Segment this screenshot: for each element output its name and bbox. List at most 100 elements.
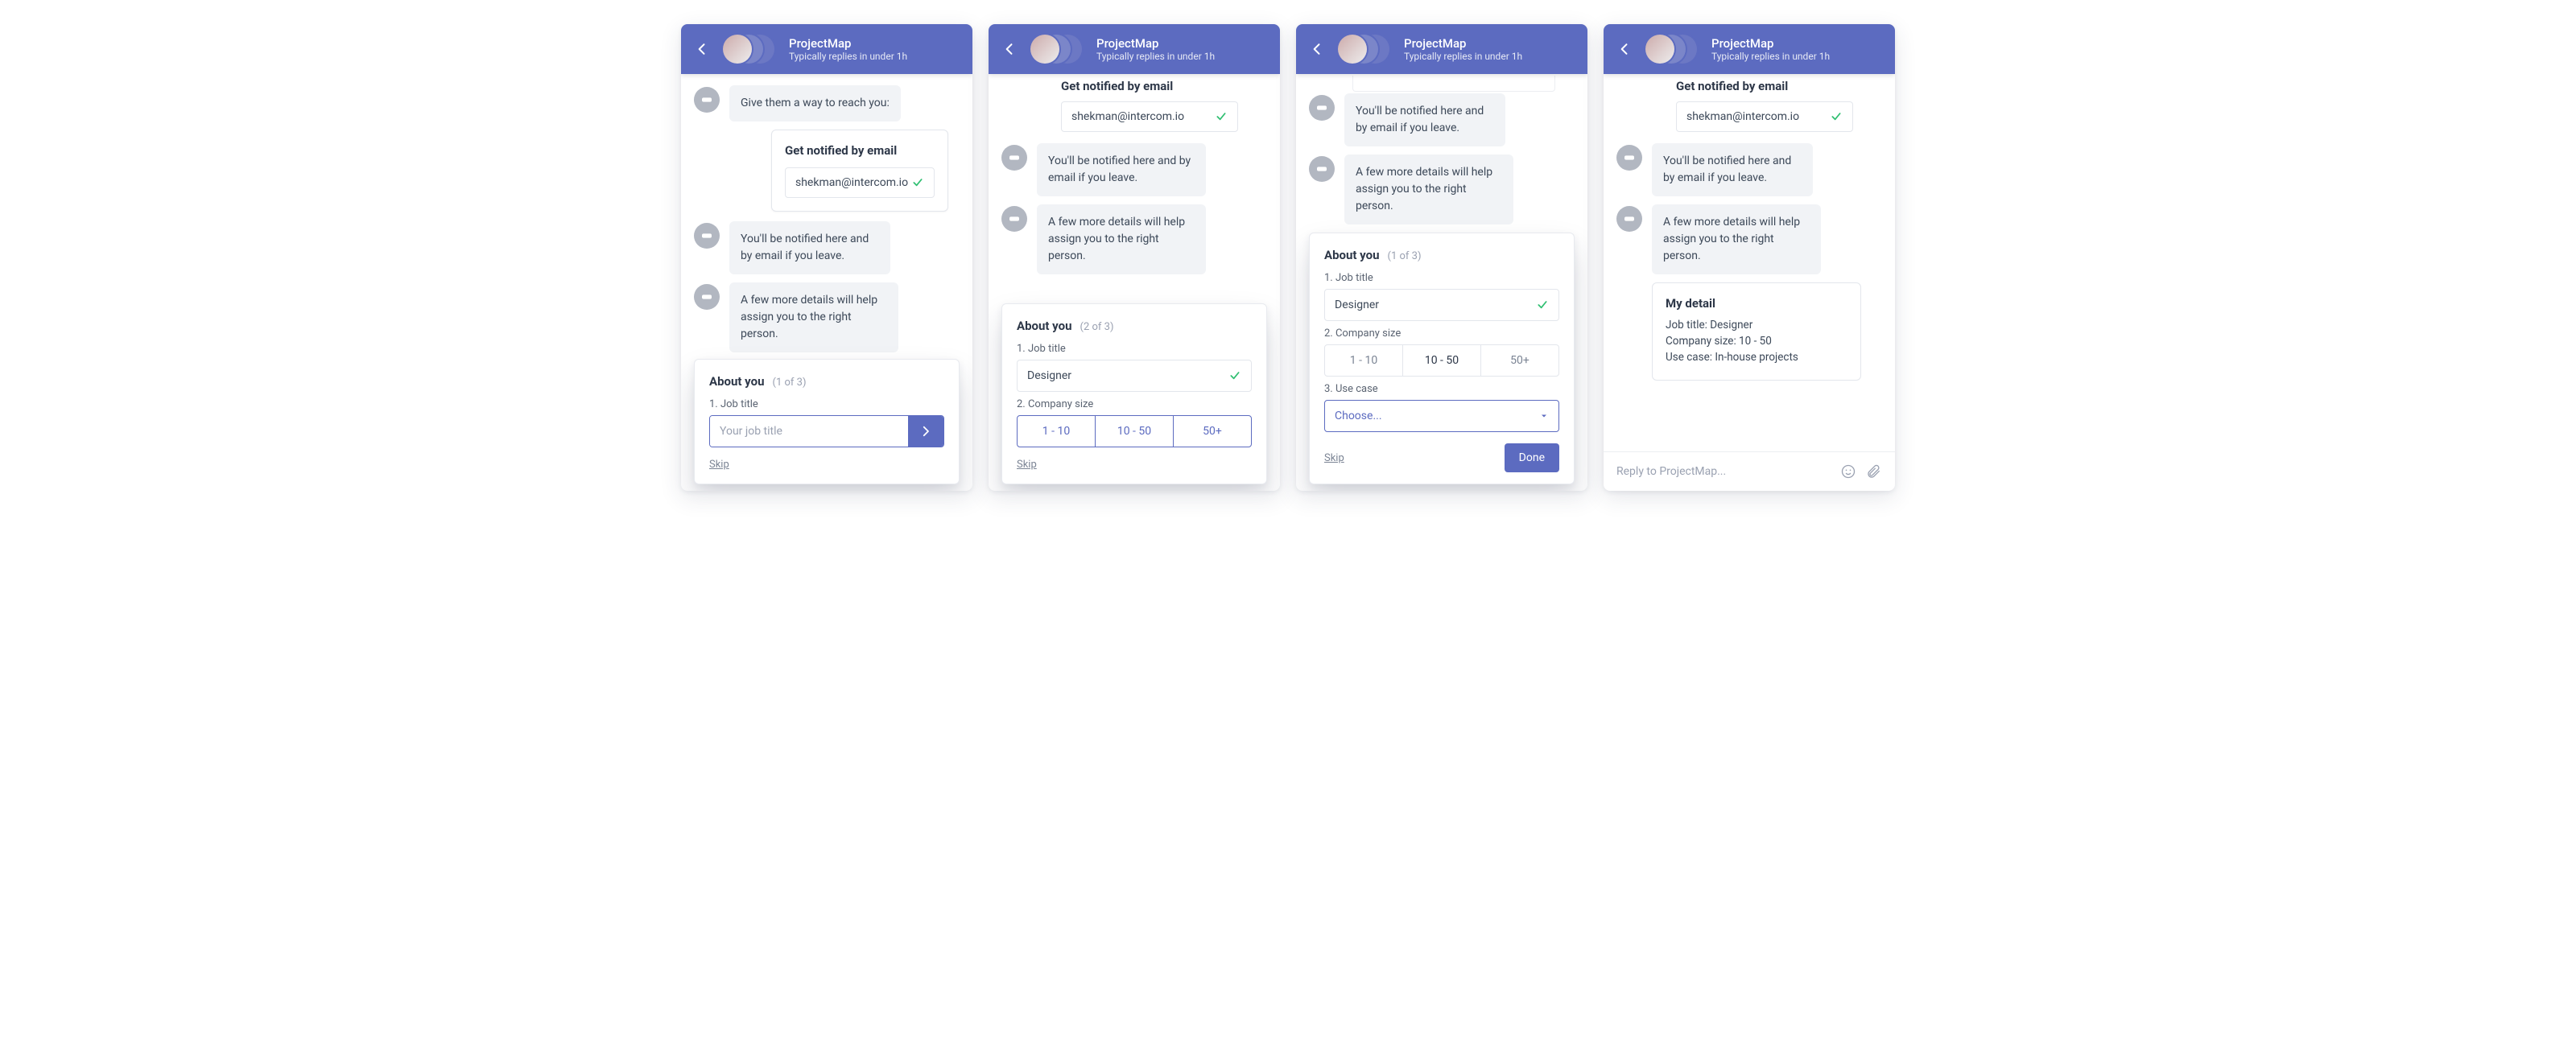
back-button[interactable]: [694, 41, 710, 57]
screen-2: ProjectMap Typically replies in under 1h…: [989, 24, 1280, 491]
skip-link[interactable]: Skip: [1017, 459, 1037, 471]
sheet-title: About you: [1017, 319, 1072, 333]
jobtitle-input-wrap: [709, 415, 944, 447]
attachment-icon[interactable]: [1866, 463, 1882, 480]
operator-icon: [1001, 206, 1027, 232]
companysize-option[interactable]: 1 - 10: [1325, 345, 1403, 376]
companysize-option-selected[interactable]: 10 - 50: [1403, 345, 1481, 376]
chevron-left-icon: [1616, 41, 1633, 57]
sheet-progress: (2 of 3): [1080, 321, 1114, 333]
avatar-stack: [723, 33, 776, 65]
field-label-companysize: 2. Company size: [1017, 398, 1252, 410]
skip-link[interactable]: Skip: [1324, 452, 1344, 464]
check-icon: [1228, 369, 1241, 382]
message: A few more details will help assign you …: [729, 282, 898, 352]
jobtitle-value: Designer: [1335, 299, 1379, 311]
field-label-usecase: 3. Use case: [1324, 383, 1559, 395]
avatar-stack: [1030, 33, 1084, 65]
summary-usecase: Use case: In-house projects: [1666, 351, 1847, 364]
reply-time: Typically replies in under 1h: [789, 51, 907, 62]
email-card: Get notified by email shekman@intercom.i…: [771, 130, 948, 212]
message: Give them a way to reach you:: [729, 85, 901, 121]
chevron-left-icon: [694, 41, 710, 57]
operator-icon: [1616, 206, 1642, 232]
check-icon: [911, 176, 924, 189]
chevron-left-icon: [1309, 41, 1325, 57]
app-title: ProjectMap: [1711, 36, 1830, 51]
screen-1: ProjectMap Typically replies in under 1h…: [681, 24, 972, 491]
field-label-jobtitle: 1. Job title: [1017, 343, 1252, 355]
app-title: ProjectMap: [1404, 36, 1522, 51]
composer[interactable]: Reply to ProjectMap...: [1604, 451, 1895, 491]
summary-jobtitle: Job title: Designer: [1666, 319, 1847, 332]
message: You'll be notified here and by email if …: [1037, 143, 1206, 196]
operator-icon: [694, 223, 720, 249]
email-field[interactable]: shekman@intercom.io: [1676, 101, 1853, 132]
message: You'll be notified here and by email if …: [729, 221, 890, 274]
emoji-icon[interactable]: [1840, 463, 1856, 480]
message: You'll be notified here and by email if …: [1344, 93, 1505, 146]
companysize-option[interactable]: 1 - 10: [1018, 416, 1096, 447]
done-button[interactable]: Done: [1505, 443, 1559, 472]
header: ProjectMap Typically replies in under 1h: [1296, 24, 1587, 74]
about-sheet: About you (1 of 3) 1. Job title Designer…: [1309, 233, 1575, 484]
email-card-title: Get notified by email: [1676, 79, 1882, 93]
header: ProjectMap Typically replies in under 1h: [681, 24, 972, 74]
back-button[interactable]: [1309, 41, 1325, 57]
summary-companysize: Company size: 10 - 50: [1666, 335, 1847, 348]
message: A few more details will help assign you …: [1652, 204, 1821, 274]
operator-icon: [694, 284, 720, 310]
email-field[interactable]: shekman@intercom.io: [1061, 101, 1238, 132]
usecase-select[interactable]: Choose...: [1324, 400, 1559, 432]
operator-icon: [1309, 156, 1335, 182]
avatar-stack: [1645, 33, 1699, 65]
email-value: shekman@intercom.io: [1071, 110, 1184, 123]
about-sheet: About you (1 of 3) 1. Job title Skip: [694, 359, 960, 484]
avatar-stack: [1338, 33, 1391, 65]
reply-time: Typically replies in under 1h: [1404, 51, 1522, 62]
companysize-option[interactable]: 10 - 50: [1096, 416, 1174, 447]
operator-icon: [1001, 145, 1027, 171]
check-icon: [1215, 110, 1228, 123]
field-label-jobtitle: 1. Job title: [709, 398, 944, 410]
screen-3: ProjectMap Typically replies in under 1h…: [1296, 24, 1587, 491]
operator-icon: [1616, 145, 1642, 171]
companysize-option[interactable]: 50+: [1174, 416, 1251, 447]
jobtitle-input[interactable]: [710, 416, 908, 447]
sheet-progress: (1 of 3): [773, 377, 807, 389]
chevron-left-icon: [1001, 41, 1018, 57]
message: A few more details will help assign you …: [1037, 204, 1206, 274]
about-sheet: About you (2 of 3) 1. Job title Designer…: [1001, 303, 1267, 484]
jobtitle-filled[interactable]: Designer: [1017, 360, 1252, 392]
field-label-jobtitle: 1. Job title: [1324, 272, 1559, 284]
companysize-segmented: 1 - 10 10 - 50 50+: [1324, 344, 1559, 377]
summary-title: My detail: [1666, 296, 1847, 311]
check-icon: [1830, 110, 1843, 123]
avatar: [723, 35, 752, 64]
companysize-option[interactable]: 50+: [1481, 345, 1558, 376]
clipped-card: [1352, 76, 1555, 92]
app-title: ProjectMap: [789, 36, 907, 51]
message: A few more details will help assign you …: [1344, 154, 1513, 224]
jobtitle-value: Designer: [1027, 369, 1071, 382]
check-icon: [1536, 299, 1549, 311]
caret-down-icon: [1539, 411, 1549, 421]
operator-icon: [1309, 95, 1335, 121]
submit-button[interactable]: [908, 416, 943, 447]
screen-4: ProjectMap Typically replies in under 1h…: [1604, 24, 1895, 491]
composer-placeholder: Reply to ProjectMap...: [1616, 465, 1831, 478]
email-value: shekman@intercom.io: [1686, 110, 1799, 123]
back-button[interactable]: [1616, 41, 1633, 57]
header: ProjectMap Typically replies in under 1h: [989, 24, 1280, 74]
back-button[interactable]: [1001, 41, 1018, 57]
sheet-progress: (1 of 3): [1388, 250, 1422, 262]
message: You'll be notified here and by email if …: [1652, 143, 1813, 196]
email-card-title: Get notified by email: [1061, 79, 1267, 93]
skip-link[interactable]: Skip: [709, 459, 729, 471]
reply-time: Typically replies in under 1h: [1096, 51, 1215, 62]
companysize-segmented: 1 - 10 10 - 50 50+: [1017, 415, 1252, 447]
field-label-companysize: 2. Company size: [1324, 327, 1559, 340]
operator-icon: [694, 87, 720, 113]
email-field[interactable]: shekman@intercom.io: [785, 167, 935, 198]
jobtitle-filled[interactable]: Designer: [1324, 289, 1559, 321]
